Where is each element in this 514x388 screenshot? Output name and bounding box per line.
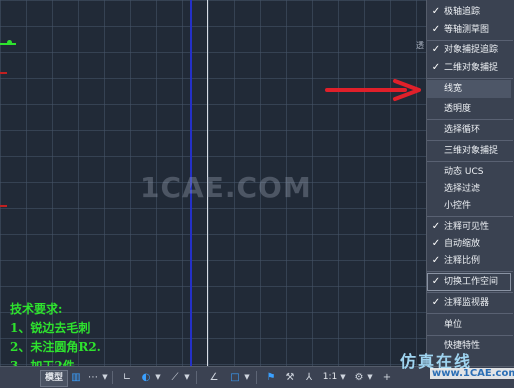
menu-separator	[427, 271, 513, 272]
menu-separator	[427, 161, 513, 162]
site-watermark: 1CAE.COM	[140, 171, 312, 204]
notes-item: 2、未注圆角R2.	[10, 340, 101, 354]
chevron-down-icon[interactable]: ▼	[340, 370, 346, 385]
chevron-down-icon[interactable]: ▼	[155, 370, 161, 385]
check-icon: ✓	[431, 44, 441, 55]
divider	[196, 371, 197, 384]
menu-separator	[427, 292, 513, 293]
menu-item-dynamic-ucs[interactable]: 动态 UCS	[427, 163, 511, 181]
menu-item-selection-filter[interactable]: 选择过滤	[427, 180, 511, 198]
logo-url: www.1CAE.com	[430, 368, 514, 379]
check-icon: ✓	[431, 238, 441, 249]
workspace-gear-icon[interactable]: ⚙	[352, 370, 366, 385]
check-icon: ✓	[431, 6, 441, 17]
grid-icon[interactable]: ▥	[69, 370, 83, 385]
menu-item-units[interactable]: 单位	[427, 316, 511, 334]
chevron-down-icon[interactable]: ▼	[184, 370, 190, 385]
check-icon: ✓	[431, 297, 441, 308]
red-arrow-icon	[325, 79, 421, 101]
statusbar-customize-menu: ✓ 极轴追踪 ✓ 等轴测草图 ✓ 对象捕捉追踪 ✓ 二维对象捕捉 线宽 透明度 选择循环…	[426, 0, 514, 372]
menu-separator	[427, 119, 513, 120]
menu-separator	[427, 78, 513, 79]
auto-scale-icon[interactable]: ⚒	[283, 370, 297, 385]
menu-separator	[427, 335, 513, 336]
chevron-down-icon[interactable]: ▼	[102, 370, 108, 385]
menu-item-isometric-drafting[interactable]: ✓ 等轴测草图	[427, 21, 511, 39]
menu-item-annotation-visibility[interactable]: ✓ 注释可见性	[427, 218, 511, 236]
menu-item-gizmo[interactable]: 小控件	[427, 197, 511, 215]
chevron-down-icon[interactable]: ▼	[367, 370, 373, 385]
osnap-icon[interactable]: □	[228, 370, 242, 385]
stray-label: 透	[416, 41, 424, 50]
check-icon: ✓	[431, 221, 441, 232]
divider	[112, 371, 113, 384]
menu-item-lineweight[interactable]: 线宽	[427, 80, 511, 98]
chevron-down-icon[interactable]: ▼	[244, 370, 250, 385]
annotation-scale-icon[interactable]: ⅄	[302, 370, 316, 385]
annotation-scale-value[interactable]: 1:1	[320, 370, 340, 385]
snap-icon[interactable]: ⋯	[86, 370, 100, 385]
menu-item-transparency[interactable]: 透明度	[427, 100, 511, 118]
menu-item-object-snap-tracking[interactable]: ✓ 对象捕捉追踪	[427, 41, 511, 59]
check-icon: ✓	[431, 255, 441, 266]
annotation-visibility-icon[interactable]: ⚑	[264, 370, 278, 385]
check-icon: ✓	[431, 276, 441, 287]
polar-icon[interactable]: ◐	[139, 370, 153, 385]
menu-separator	[427, 140, 513, 141]
menu-item-annotation-scale[interactable]: ✓ 注释比例	[427, 252, 511, 270]
menu-item-annotation-monitor[interactable]: ✓ 注释监视器	[427, 294, 511, 312]
menu-item-selection-cycling[interactable]: 选择循环	[427, 121, 511, 139]
check-icon: ✓	[431, 62, 441, 73]
technical-notes: 技术要求: 1、锐边去毛刺 2、未注圆角R2. 3、加工2件.	[10, 300, 101, 376]
isodraft-icon[interactable]: ⟋	[168, 370, 182, 385]
notes-item: 1、锐边去毛刺	[10, 321, 91, 335]
model-space-button[interactable]: 模型	[40, 370, 68, 387]
osnap-tracking-icon[interactable]: ∠	[207, 370, 221, 385]
ortho-icon[interactable]: ∟	[120, 370, 134, 385]
menu-item-auto-scale[interactable]: ✓ 自动缩放	[427, 235, 511, 253]
menu-separator	[427, 216, 513, 217]
menu-item-switch-workspace[interactable]: ✓ 切换工作空间	[427, 273, 511, 291]
notes-title: 技术要求:	[10, 302, 63, 316]
plus-icon[interactable]: +	[380, 370, 394, 385]
menu-item-3d-object-snap[interactable]: 三维对象捕捉	[427, 142, 511, 160]
ucs-origin-marker	[7, 40, 12, 45]
menu-separator	[427, 313, 513, 314]
menu-item-polar-tracking[interactable]: ✓ 极轴追踪	[427, 3, 511, 21]
red-axis-marker	[0, 72, 7, 74]
site-logo: 仿真在线 www.1CAE.com	[400, 348, 514, 384]
check-icon: ✓	[431, 24, 441, 35]
red-axis-marker	[0, 205, 7, 207]
divider	[256, 371, 257, 384]
menu-item-2d-object-snap[interactable]: ✓ 二维对象捕捉	[427, 59, 511, 77]
